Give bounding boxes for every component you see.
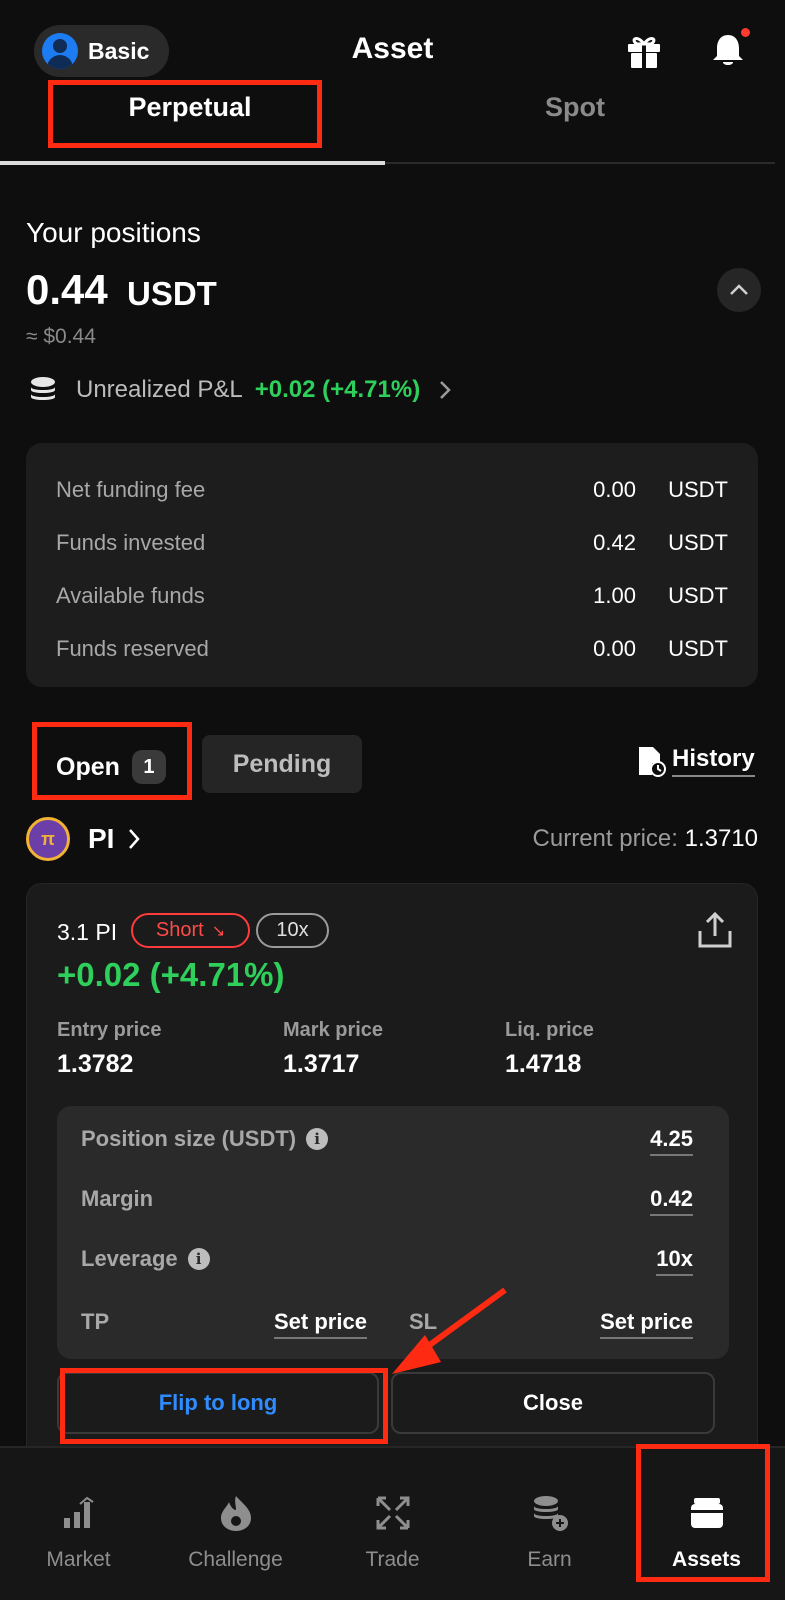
mark-price: Mark price 1.3717 xyxy=(283,1019,383,1079)
history-button[interactable]: History xyxy=(636,745,755,777)
gift-icon[interactable] xyxy=(625,32,663,70)
chevron-right-icon xyxy=(440,381,451,399)
history-label: History xyxy=(672,745,755,777)
flame-icon xyxy=(221,1496,251,1531)
summary-label: Net funding fee xyxy=(56,477,206,502)
annotation-box-assets xyxy=(636,1444,770,1582)
nav-earn[interactable]: Earn xyxy=(471,1448,628,1571)
positions-value: 0.44 xyxy=(26,266,108,313)
positions-unit: USDT xyxy=(127,275,217,312)
summary-value: 1.00 xyxy=(593,583,636,608)
chevron-up-icon xyxy=(730,284,748,295)
sl-label: SL xyxy=(409,1309,438,1334)
current-price-label: Current price: xyxy=(532,825,678,852)
summary-value: 0.42 xyxy=(593,530,636,555)
summary-value: 0.00 xyxy=(593,477,636,502)
summary-unit: USDT xyxy=(668,530,728,555)
position-size-row: Position size (USDT) i 4.25 xyxy=(81,1126,693,1156)
margin-label: Margin xyxy=(81,1186,154,1211)
share-icon[interactable] xyxy=(695,911,735,951)
summary-label: Available funds xyxy=(56,583,205,608)
side-badge: Short ↘ xyxy=(131,913,250,948)
mark-price-value: 1.3717 xyxy=(283,1050,360,1078)
summary-row: Available funds 1.00 USDT xyxy=(56,583,728,609)
collapse-button[interactable] xyxy=(717,268,761,312)
position-quantity: 3.1 PI xyxy=(57,919,118,945)
annotation-box-open xyxy=(32,722,192,800)
position-details: Position size (USDT) i 4.25 Margin 0.42 … xyxy=(57,1106,729,1359)
sl-set-price-button[interactable]: Set price xyxy=(600,1309,693,1339)
summary-unit: USDT xyxy=(668,583,728,608)
nav-label: Trade xyxy=(365,1548,420,1571)
summary-unit: USDT xyxy=(668,636,728,661)
summary-row: Funds reserved 0.00 USDT xyxy=(56,636,728,662)
chevron-right-icon xyxy=(129,829,140,849)
position-size-label: Position size (USDT) i xyxy=(81,1126,693,1152)
info-icon[interactable]: i xyxy=(187,1248,210,1270)
pnl-label: Unrealized P&L xyxy=(76,376,243,403)
annotation-box-perpetual xyxy=(48,80,322,148)
summary-row: Funds invested 0.42 USDT xyxy=(56,530,728,556)
leverage-row: Leverage i 10x xyxy=(81,1246,693,1276)
history-icon xyxy=(639,747,666,777)
unrealized-pnl-row[interactable]: Unrealized P&L +0.02 (+4.71%) xyxy=(28,372,452,408)
bar-chart-icon xyxy=(64,1496,94,1528)
tp-set-price-button[interactable]: Set price xyxy=(274,1309,367,1339)
page-title: Asset xyxy=(351,32,434,65)
entry-price-value: 1.3782 xyxy=(57,1050,134,1078)
liq-price: Liq. price 1.4718 xyxy=(505,1019,594,1079)
nav-label: Earn xyxy=(527,1548,572,1571)
nav-label: Market xyxy=(46,1548,111,1571)
side-label: Short xyxy=(155,919,204,941)
summary-row: Net funding fee 0.00 USDT xyxy=(56,477,728,503)
summary-value: 0.00 xyxy=(593,636,636,661)
positions-title: Your positions xyxy=(26,217,201,248)
leverage-text: Leverage xyxy=(81,1246,178,1271)
pi-coin-icon: π xyxy=(26,817,70,861)
close-position-button[interactable]: Close xyxy=(391,1372,715,1434)
leverage-label: Leverage i xyxy=(81,1246,693,1272)
notification-dot xyxy=(741,28,750,37)
leverage-badge: 10x xyxy=(256,913,329,948)
current-price-value: 1.3710 xyxy=(684,825,758,852)
annotation-box-flip xyxy=(60,1368,388,1444)
coins-icon xyxy=(31,377,55,400)
current-price: Current price: 1.3710 xyxy=(533,825,758,853)
entry-price: Entry price 1.3782 xyxy=(57,1019,161,1079)
instrument-row[interactable]: π PI Current price: 1.3710 xyxy=(26,817,758,861)
position-size-value[interactable]: 4.25 xyxy=(650,1126,693,1156)
info-icon[interactable]: i xyxy=(306,1128,329,1150)
nav-label: Challenge xyxy=(188,1548,283,1571)
instrument-symbol: PI xyxy=(88,823,115,854)
summary-label: Funds invested xyxy=(56,530,206,555)
summary-label: Funds reserved xyxy=(56,636,209,661)
position-size-text: Position size (USDT) xyxy=(81,1126,297,1151)
mark-price-label: Mark price xyxy=(283,1019,384,1041)
liq-price-value: 1.4718 xyxy=(505,1050,582,1078)
pnl-value: +0.02 (+4.71%) xyxy=(254,376,421,403)
coins-plus-icon xyxy=(534,1496,568,1531)
margin-value[interactable]: 0.42 xyxy=(650,1186,693,1216)
nav-market[interactable]: Market xyxy=(0,1448,157,1571)
tab-active-indicator xyxy=(0,161,385,165)
position-pnl: +0.02 (+4.71%) xyxy=(57,956,285,993)
margin-row: Margin 0.42 xyxy=(81,1186,693,1216)
trend-down-icon: ↘ xyxy=(211,922,226,940)
entry-price-label: Entry price xyxy=(57,1019,162,1041)
nav-challenge[interactable]: Challenge xyxy=(157,1448,314,1571)
funds-summary-card: Net funding fee 0.00 USDT Funds invested… xyxy=(26,443,758,687)
arrows-exchange-icon xyxy=(376,1496,410,1530)
filter-pending-tab[interactable]: Pending xyxy=(202,735,362,793)
positions-usd-equivalent: ≈ $0.44 xyxy=(26,325,96,348)
liq-price-label: Liq. price xyxy=(505,1019,594,1041)
tab-spot[interactable]: Spot xyxy=(385,92,765,123)
nav-trade[interactable]: Trade xyxy=(314,1448,471,1571)
leverage-value[interactable]: 10x xyxy=(656,1246,693,1276)
tp-label: TP xyxy=(81,1309,110,1334)
summary-unit: USDT xyxy=(668,477,728,502)
